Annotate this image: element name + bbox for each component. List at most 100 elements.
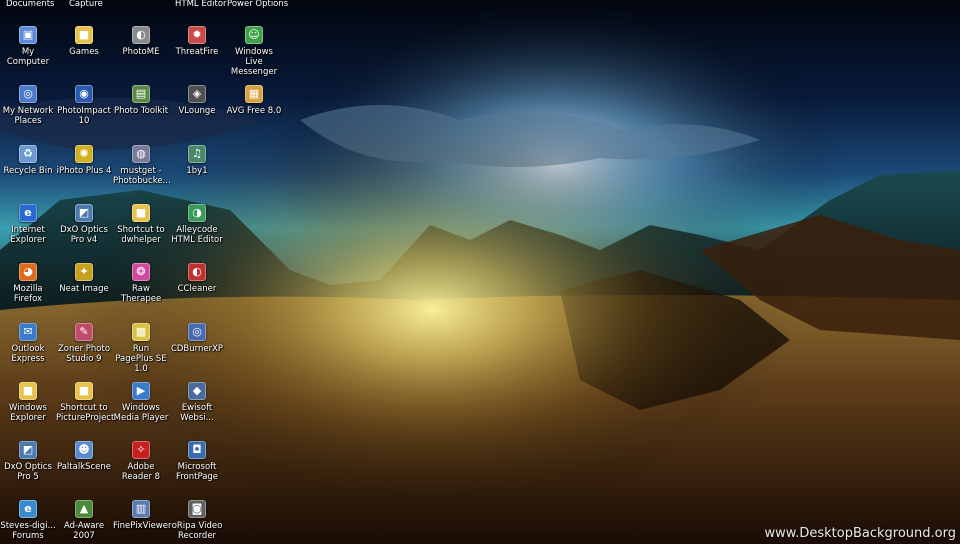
desktop-icon-label: iPhoto Plus 4 [56, 166, 112, 176]
network-icon: ◎ [19, 85, 37, 103]
media-player-icon: ▶ [132, 382, 150, 400]
desktop-icon-label: Mozilla Firefox [13, 284, 43, 304]
internet-explorer-icon: e [19, 204, 37, 222]
pageplus-icon: ▩ [132, 323, 150, 341]
desktop-icon-label: DxO Optics Pro v4 [60, 225, 108, 245]
desktop-icon-label: My Computer [6, 47, 50, 67]
desktop-icon[interactable]: ▣ My Computer [0, 26, 56, 67]
desktop-icon[interactable]: ▲ Ad-Aware 2007 [56, 500, 112, 541]
ccleaner-icon: ◐ [188, 263, 206, 281]
desktop-icon-label: My Network Places [2, 106, 54, 126]
desktop-icon[interactable]: ▥ FinePixViewer [113, 500, 172, 531]
desktop-icon[interactable]: ◉ PhotoImpact 10 [56, 85, 112, 126]
folder-icon: ■ [132, 204, 150, 222]
desktop-icon-label: Shortcut to dwhelper [117, 225, 165, 245]
desktop-icon[interactable]: ▩ Run PagePlus SE 1.0 [113, 323, 169, 374]
desktop-icon[interactable]: ☻ PaltalkScene [56, 441, 112, 472]
messenger-icon: ☺ [245, 26, 263, 44]
desktop-icon[interactable]: ◩ DxO Optics Pro 5 [0, 441, 56, 482]
desktop-icon[interactable]: e Steves-digi... Forums [0, 500, 56, 541]
paltalk-icon: ☻ [75, 441, 93, 459]
raw-therapee-icon: ❂ [132, 263, 150, 281]
adobe-reader-icon: ✧ [132, 441, 150, 459]
desktop-icon-label: PaltalkScene [56, 462, 112, 472]
desktop-icon-label: Neat Image [59, 284, 109, 294]
desktop-icon[interactable]: ◎ CDBurnerXP [169, 323, 225, 354]
desktop-icon-label: Outlook Express [11, 344, 45, 364]
desktop-icon[interactable]: ☺ Windows Live Messenger [226, 26, 282, 77]
desktop-icon-label: Recycle Bin [3, 166, 53, 176]
desktop-icon-label: Alleycode HTML Editor [171, 225, 223, 245]
desktop-icon-label: Photo Toolkit [113, 106, 169, 116]
desktop-icon[interactable]: ■ Games [56, 26, 112, 57]
desktop-icon-label: Raw Therapee [120, 284, 162, 304]
desktop-icon[interactable]: e Internet Explorer [0, 204, 56, 245]
desktop-icon-label: CDBurnerXP [170, 344, 224, 354]
mustget-icon: ◍ [132, 145, 150, 163]
desktop-icon-label: Steves-digi... Forums [0, 521, 56, 541]
desktop-icon[interactable]: ♻ Recycle Bin [0, 145, 56, 176]
desktop-icon-capture[interactable]: Capture [69, 0, 103, 9]
desktop-icon[interactable]: ◎ My Network Places [0, 85, 56, 126]
dxo-icon: ◩ [75, 204, 93, 222]
photome-icon: ◐ [132, 26, 150, 44]
desktop-icon-label: oRipa Video Recorder [171, 521, 223, 541]
outlook-icon: ✉ [19, 323, 37, 341]
desktop-icon[interactable]: ◐ PhotoME [113, 26, 169, 57]
computer-icon: ▣ [19, 26, 37, 44]
desktop-icon[interactable]: ✧ Adobe Reader 8 [113, 441, 169, 482]
desktop-icon[interactable]: ▦ AVG Free 8.0 [226, 85, 282, 116]
watermark-text: www.DesktopBackground.org [764, 526, 956, 541]
desktop-icon[interactable]: ✹ ThreatFire [169, 26, 225, 57]
desktop-icon-label: Games [69, 47, 99, 57]
folder-icon: ■ [19, 382, 37, 400]
ewisoft-icon: ◆ [188, 382, 206, 400]
desktop-icon[interactable]: ♫ 1by1 [169, 145, 225, 176]
desktop-icon[interactable]: ◍ mustget - Photobucke... [113, 145, 171, 186]
desktop-icon-label: Run PagePlus SE 1.0 [115, 344, 167, 374]
desktop-icon-label: Zoner Photo Studio 9 [57, 344, 111, 364]
desktop-icon[interactable]: ◕ Mozilla Firefox [0, 263, 56, 304]
desktop-icon[interactable]: ◐ CCleaner [169, 263, 225, 294]
desktop-icon[interactable]: ▤ Photo Toolkit [113, 85, 169, 116]
desktop-icon[interactable]: ◩ DxO Optics Pro v4 [56, 204, 112, 245]
oripa-icon: ◙ [188, 500, 206, 518]
recycle-bin-icon: ♻ [19, 145, 37, 163]
desktop-icon-label: Windows Media Player [113, 403, 169, 423]
iphoto-icon: ✺ [75, 145, 93, 163]
desktop-icon[interactable]: ❂ Raw Therapee [113, 263, 169, 304]
desktop-icon-label: AVG Free 8.0 [226, 106, 282, 116]
desktop-icon[interactable]: ✦ Neat Image [56, 263, 112, 294]
desktop-icon-label: FinePixViewer [113, 521, 172, 531]
desktop-icon-label: 1by1 [186, 166, 208, 176]
desktop-icon-label: Shortcut to PictureProject [56, 403, 115, 423]
desktop-icon[interactable]: ✺ iPhoto Plus 4 [56, 145, 112, 176]
neat-image-icon: ✦ [75, 263, 93, 281]
photoimpact-icon: ◉ [75, 85, 93, 103]
1by1-icon: ♫ [188, 145, 206, 163]
desktop-icon[interactable]: ✉ Outlook Express [0, 323, 56, 364]
desktop-icon[interactable]: ✎ Zoner Photo Studio 9 [56, 323, 112, 364]
desktop-icon-html-editor[interactable]: HTML Editor [175, 0, 227, 9]
desktop-icon-label: Adobe Reader 8 [121, 462, 161, 482]
desktop-icon[interactable]: ■ Shortcut to dwhelper [113, 204, 169, 245]
desktop-icon-power-options[interactable]: Power Options [227, 0, 288, 9]
frontpage-icon: ◘ [188, 441, 206, 459]
desktop-icon[interactable]: ◘ Microsoft FrontPage [169, 441, 225, 482]
desktop-icon[interactable]: ■ Windows Explorer [0, 382, 56, 423]
desktop-icon[interactable]: ◙ oRipa Video Recorder [169, 500, 225, 541]
desktop-icon[interactable]: ◆ Ewisoft Websi... [169, 382, 225, 423]
desktop-icon-documents[interactable]: Documents [6, 0, 54, 9]
desktop-icon-label: Windows Explorer [9, 403, 47, 423]
desktop-icon[interactable]: ▶ Windows Media Player [113, 382, 169, 423]
avg-icon: ▦ [245, 85, 263, 103]
desktop-icon-label: Ad-Aware 2007 [63, 521, 105, 541]
web-shortcut-icon: e [19, 500, 37, 518]
folder-icon: ■ [75, 382, 93, 400]
desktop-icon[interactable]: ◈ VLounge [169, 85, 225, 116]
alleycode-icon: ◑ [188, 204, 206, 222]
desktop-icon[interactable]: ■ Shortcut to PictureProject [56, 382, 115, 423]
desktop-icon-label: mustget - Photobucke... [113, 166, 171, 186]
desktop-icon[interactable]: ◑ Alleycode HTML Editor [169, 204, 225, 245]
desktop-icon-label: Microsoft FrontPage [175, 462, 219, 482]
